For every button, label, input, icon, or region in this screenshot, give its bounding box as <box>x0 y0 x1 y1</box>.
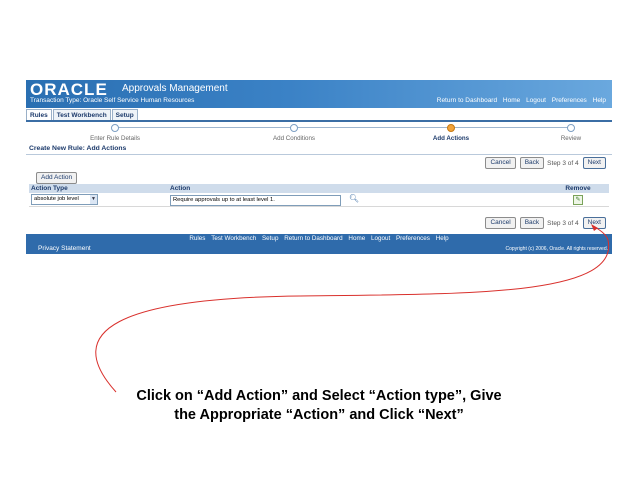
annotation-arrowhead <box>591 224 598 231</box>
instruction-line-2: the Appropriate “Action” and Click “Next… <box>174 407 464 423</box>
annotation-curve <box>95 225 610 393</box>
instruction-line-1: Click on “Add Action” and Select “Action… <box>136 388 502 404</box>
